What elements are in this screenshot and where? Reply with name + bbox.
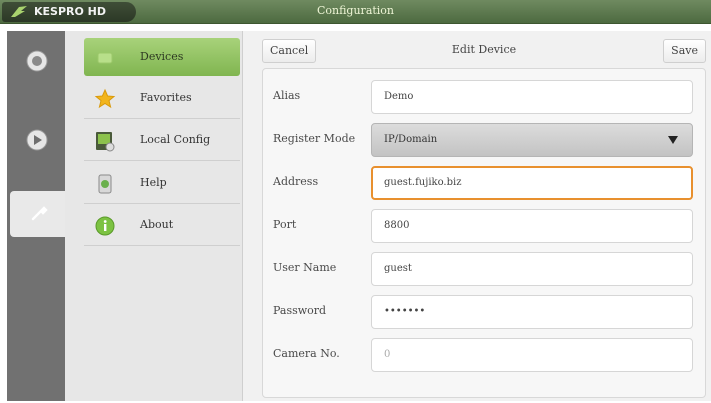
record-icon — [26, 50, 48, 72]
password-field[interactable]: ••••••• — [371, 295, 693, 329]
record-button[interactable] — [22, 46, 52, 76]
playback-button[interactable] — [22, 125, 52, 155]
chevron-down-icon — [668, 136, 678, 144]
password-label: Password — [273, 304, 327, 317]
menu-item-devices[interactable]: Devices — [84, 38, 240, 76]
alias-field[interactable]: Demo — [371, 80, 693, 114]
menu-item-local-config[interactable]: Local Config — [84, 121, 240, 161]
device-form: Alias Demo Register Mode IP/Domain Addre… — [262, 68, 706, 398]
menu-item-label: Help — [140, 176, 167, 189]
menu-item-label: Devices — [140, 50, 184, 63]
play-icon — [26, 129, 48, 151]
register-mode-label: Register Mode — [273, 132, 356, 145]
form-row-register-mode: Register Mode IP/Domain — [263, 120, 707, 158]
register-mode-select[interactable]: IP/Domain — [371, 123, 693, 157]
help-icon — [98, 174, 112, 194]
camera-no-label: Camera No. — [273, 347, 340, 360]
form-row-port: Port 8800 — [263, 206, 707, 244]
menu-item-label: Local Config — [140, 133, 211, 146]
config-menu: Devices Favorites Local Config Help Abou… — [65, 31, 243, 401]
user-name-label: User Name — [273, 261, 337, 274]
menu-item-favorites[interactable]: Favorites — [84, 79, 240, 119]
user-name-field[interactable]: guest — [371, 252, 693, 286]
form-row-alias: Alias Demo — [263, 77, 707, 115]
save-button[interactable]: Save — [663, 39, 706, 63]
menu-item-about[interactable]: About — [84, 206, 240, 246]
page-title: Edit Device — [451, 43, 517, 56]
menu-item-help[interactable]: Help — [84, 164, 240, 204]
window-title: Configuration — [316, 4, 395, 17]
local-config-icon — [96, 132, 115, 152]
camera-no-field[interactable]: 0 — [371, 338, 693, 372]
menu-item-label: About — [140, 218, 174, 231]
about-icon — [95, 216, 115, 236]
edit-device-panel: Cancel Edit Device Save Alias Demo Regis… — [243, 31, 711, 401]
menu-item-label: Favorites — [140, 91, 192, 104]
title-bar: KESPRO HD Configuration — [0, 0, 711, 24]
form-row-address: Address guest.fujiko.biz — [263, 163, 707, 201]
edit-device-toolbar: Cancel Edit Device Save — [262, 38, 706, 64]
port-label: Port — [273, 218, 297, 231]
form-row-user-name: User Name guest — [263, 249, 707, 287]
register-mode-value: IP/Domain — [384, 134, 438, 145]
address-field[interactable]: guest.fujiko.biz — [371, 166, 693, 200]
port-field[interactable]: 8800 — [371, 209, 693, 243]
form-row-password: Password ••••••• — [263, 292, 707, 330]
star-icon — [94, 88, 116, 109]
form-row-camera-no: Camera No. 0 — [263, 335, 707, 373]
settings-rail-button[interactable] — [10, 191, 70, 237]
wrench-icon — [31, 206, 48, 221]
alias-label: Alias — [273, 89, 301, 102]
address-label: Address — [273, 175, 319, 188]
devices-icon — [97, 52, 113, 64]
